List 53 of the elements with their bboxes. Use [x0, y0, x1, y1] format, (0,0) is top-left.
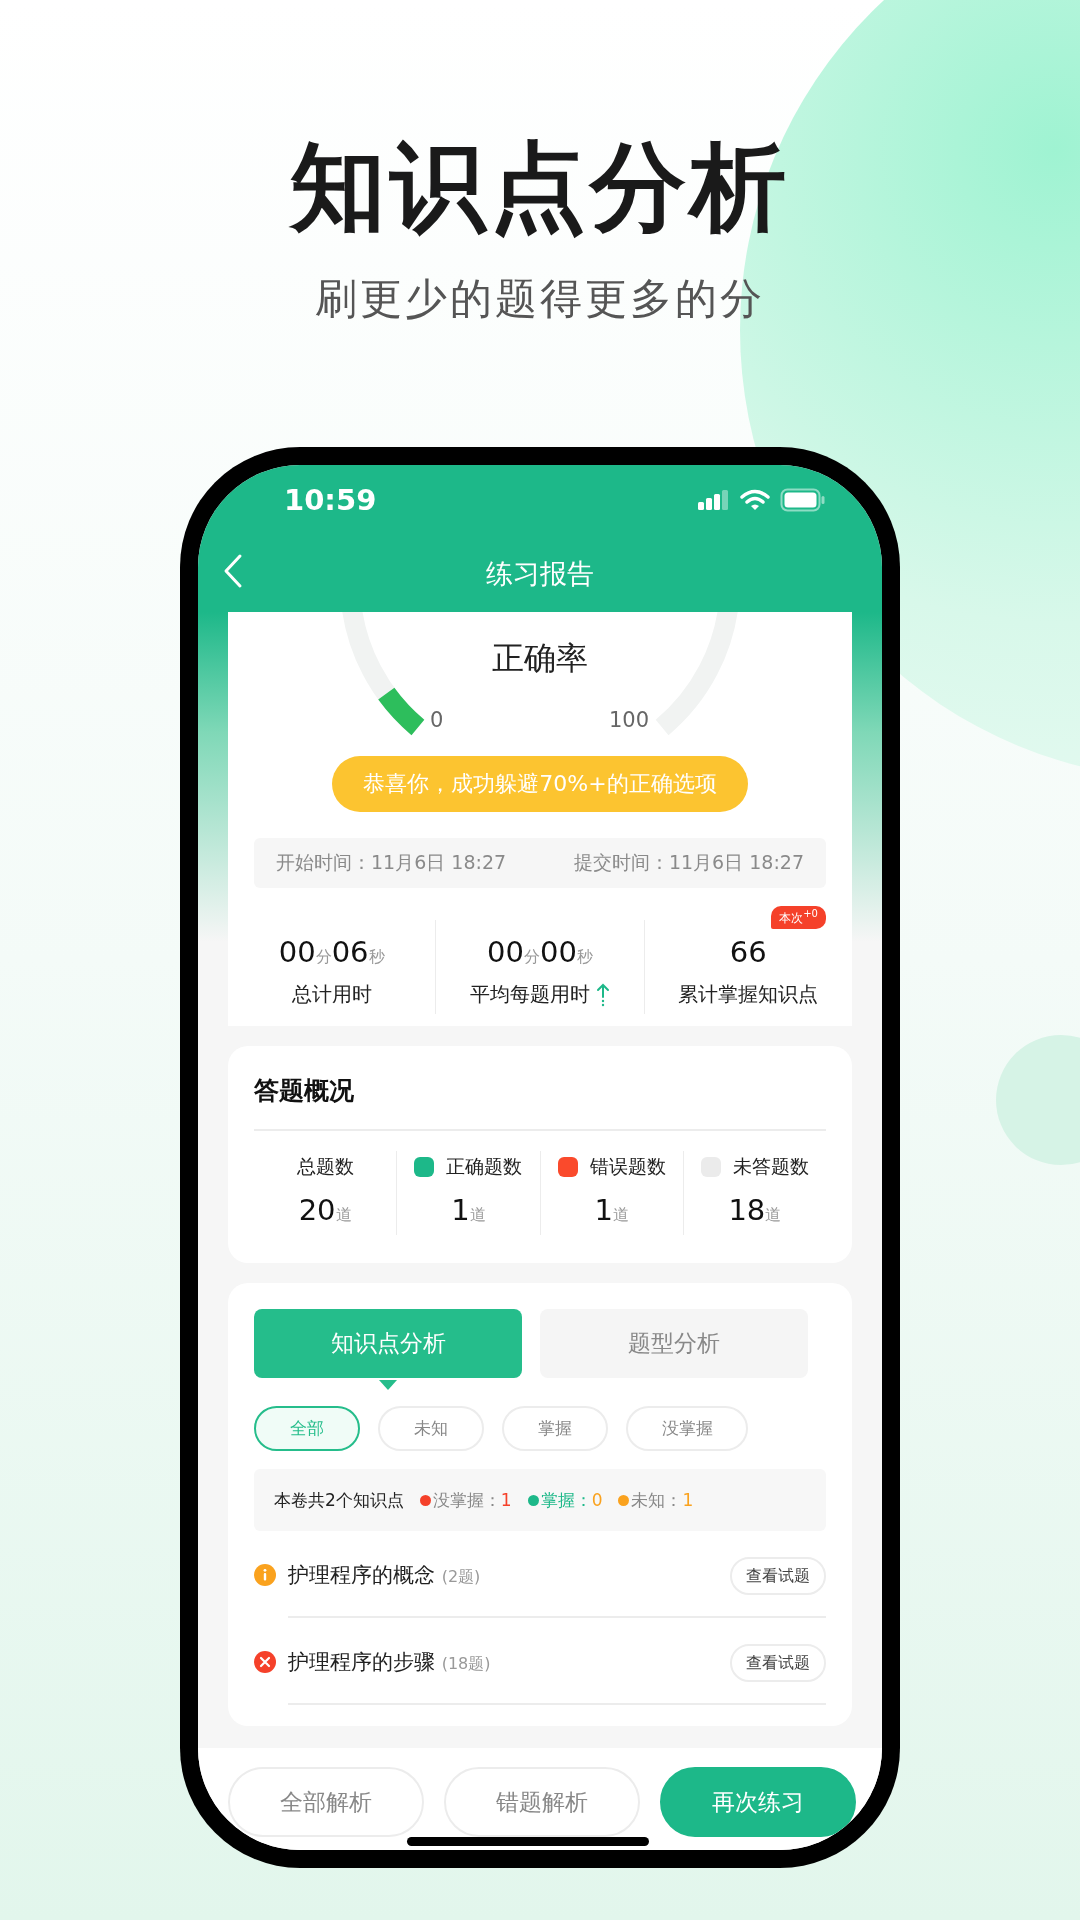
summary-label: 未知： — [631, 1488, 683, 1512]
error-icon — [254, 1651, 276, 1673]
promo-subtitle: 刷更少的题得更多的分 — [315, 272, 765, 325]
filter-chip[interactable]: 未知 — [378, 1406, 484, 1451]
overview-count: 1道 — [451, 1193, 486, 1227]
overview-label: 未答题数 — [732, 1154, 809, 1179]
filter-chip[interactable]: 没掌握 — [626, 1406, 748, 1451]
time-text: 提交时间：11月6日 18:27 — [573, 850, 804, 875]
overview-label: 错误题数 — [589, 1154, 666, 1179]
stat-value: 00分00秒 — [487, 934, 593, 971]
action-button[interactable]: 错题解析 — [444, 1767, 640, 1837]
filter-chip[interactable]: 全部 — [254, 1406, 360, 1451]
overview-label: 总题数 — [296, 1154, 354, 1179]
page-title: 练习报告 — [486, 556, 594, 591]
status-time: 10:59 — [284, 483, 377, 517]
battery-icon — [780, 488, 826, 512]
count-badge: 本次$^{+0}$ — [771, 906, 826, 929]
wifi-icon — [740, 489, 770, 511]
stat-label: 平均每题用时 — [470, 981, 590, 1008]
summary-label: 掌握： — [540, 1488, 592, 1512]
gauge-label: 正确率 — [491, 638, 589, 679]
tab-pointer-icon — [379, 1380, 397, 1390]
analysis-tab[interactable]: 题型分析 — [540, 1309, 808, 1378]
analysis-tab[interactable]: 知识点分析 — [254, 1309, 522, 1378]
summary-label: 没掌握： — [432, 1488, 501, 1512]
knowledge-point: 护理程序的步骤 (18题) — [288, 1649, 491, 1676]
overview-count: 1道 — [594, 1193, 629, 1227]
stat-value: 66 — [729, 934, 767, 971]
back-icon[interactable] — [222, 553, 244, 589]
summary-count: 1 — [682, 1490, 694, 1510]
overview-count: 20道 — [298, 1193, 352, 1227]
view-questions-button[interactable]: 查看试题 — [730, 1557, 826, 1595]
congrats-banner: 恭喜你，成功躲避70%+的正确选项 — [332, 756, 748, 812]
signal-icon — [698, 490, 730, 510]
summary-text: 本卷共2个知识点 — [274, 1488, 404, 1512]
stat-value: 00分06秒 — [278, 934, 385, 971]
section-title: 答题概况 — [254, 1046, 826, 1131]
stat-label: 累计掌握知识点 — [678, 981, 819, 1008]
gauge-max-label: 100 — [609, 708, 650, 732]
knowledge-point: 护理程序的概念 (2题) — [288, 1562, 481, 1589]
overview-count: 18道 — [728, 1193, 782, 1227]
info-icon — [254, 1564, 276, 1586]
gauge-min-label: 0 — [430, 708, 444, 732]
time-text: 开始时间：11月6日 18:27 — [276, 850, 507, 875]
filter-chip[interactable]: 掌握 — [502, 1406, 608, 1451]
summary-count: 0 — [591, 1490, 603, 1510]
summary-count: 1 — [500, 1490, 512, 1510]
action-button[interactable]: 全部解析 — [228, 1767, 424, 1837]
stat-label: 总计用时 — [291, 981, 372, 1008]
view-questions-button[interactable]: 查看试题 — [730, 1644, 826, 1682]
overview-label: 正确题数 — [446, 1154, 523, 1179]
promo-title: 知识点分析 — [290, 135, 790, 241]
action-button[interactable]: 再次练习 — [660, 1767, 856, 1837]
